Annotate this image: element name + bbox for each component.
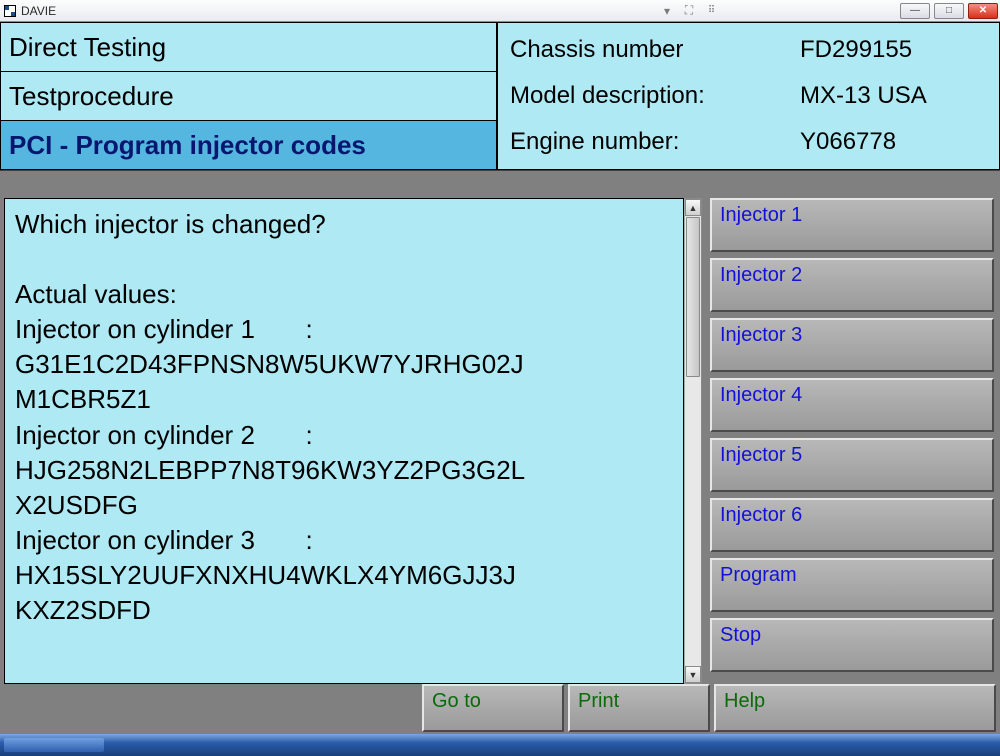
app-icon (4, 5, 16, 17)
fullscreen-icon[interactable]: ⛶ (680, 3, 698, 19)
minimize-button[interactable]: — (900, 3, 930, 19)
maximize-button[interactable]: □ (934, 3, 964, 19)
side-button-column: Injector 1 Injector 2 Injector 3 Injecto… (704, 198, 1000, 684)
model-row: Model description: MX-13 USA (510, 82, 987, 110)
dropdown-icon[interactable]: ▾ (658, 3, 676, 19)
bottom-toolbar: Go to Print Help (0, 684, 1000, 734)
content-scrollbar[interactable]: ▲ ▼ (684, 198, 702, 684)
cyl2-code-2: X2USDFG (15, 490, 138, 520)
goto-button[interactable]: Go to (422, 684, 564, 732)
cyl2-code-1: HJG258N2LEBPP7N8T96KW3YZ2PG3G2L (15, 455, 525, 485)
main-area: Which injector is changed? Actual values… (0, 198, 1000, 684)
cyl1-code-2: M1CBR5Z1 (15, 384, 151, 414)
chassis-value: FD299155 (800, 36, 987, 64)
engine-label: Engine number: (510, 128, 800, 156)
injector-3-button[interactable]: Injector 3 (710, 318, 994, 372)
chassis-row: Chassis number FD299155 (510, 36, 987, 64)
cyl3-code-1: HX15SLY2UUFXNXHU4WKLX4YM6GJJ3J (15, 560, 516, 590)
cyl3-code-2: KXZ2SDFD (15, 595, 151, 625)
close-button[interactable]: ✕ (968, 3, 998, 19)
print-button[interactable]: Print (568, 684, 710, 732)
breadcrumb-level-2[interactable]: Testprocedure (1, 72, 496, 121)
injector-2-button[interactable]: Injector 2 (710, 258, 994, 312)
injector-6-button[interactable]: Injector 6 (710, 498, 994, 552)
vehicle-info: Chassis number FD299155 Model descriptio… (498, 23, 999, 169)
separator-gap (0, 170, 1000, 198)
grid-icon[interactable]: ⠿ (702, 3, 720, 19)
content-question: Which injector is changed? (15, 209, 326, 239)
help-button[interactable]: Help (714, 684, 996, 732)
cyl1-label: Injector on cylinder 1 (15, 314, 255, 344)
injector-1-button[interactable]: Injector 1 (710, 198, 994, 252)
window-title: DAVIE (21, 4, 56, 18)
scroll-thumb[interactable] (686, 217, 700, 377)
cyl1-code-1: G31E1C2D43FPNSN8W5UKW7YJRHG02J (15, 349, 524, 379)
scroll-up-icon[interactable]: ▲ (685, 199, 701, 216)
breadcrumb: Direct Testing Testprocedure PCI - Progr… (1, 23, 498, 169)
breadcrumb-level-1[interactable]: Direct Testing (1, 23, 496, 72)
breadcrumb-level-3[interactable]: PCI - Program injector codes (1, 121, 496, 169)
injector-5-button[interactable]: Injector 5 (710, 438, 994, 492)
engine-value: Y066778 (800, 128, 987, 156)
content-textarea: Which injector is changed? Actual values… (4, 198, 684, 684)
actual-values-label: Actual values: (15, 279, 177, 309)
program-button[interactable]: Program (710, 558, 994, 612)
engine-row: Engine number: Y066778 (510, 128, 987, 156)
scroll-down-icon[interactable]: ▼ (685, 666, 701, 683)
window-titlebar: DAVIE ▾ ⛶ ⠿ — □ ✕ (0, 0, 1000, 22)
stop-button[interactable]: Stop (710, 618, 994, 672)
cyl2-label: Injector on cylinder 2 (15, 420, 255, 450)
chassis-label: Chassis number (510, 36, 800, 64)
taskbar[interactable] (0, 734, 1000, 756)
model-value: MX-13 USA (800, 82, 987, 110)
header-panel: Direct Testing Testprocedure PCI - Progr… (0, 22, 1000, 170)
injector-4-button[interactable]: Injector 4 (710, 378, 994, 432)
cyl3-label: Injector on cylinder 3 (15, 525, 255, 555)
model-label: Model description: (510, 82, 800, 110)
titlebar-mid-icons: ▾ ⛶ ⠿ (658, 3, 720, 19)
